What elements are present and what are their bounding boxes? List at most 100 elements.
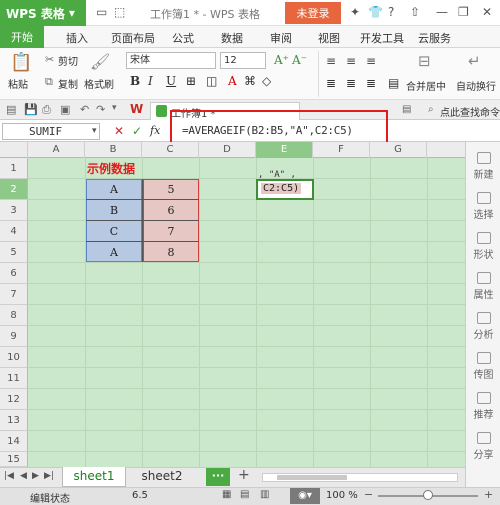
row-header-4[interactable]: 4 (0, 221, 28, 242)
page-view-icon[interactable]: ▤ (240, 489, 249, 500)
panel-recommend[interactable]: 推荐 (466, 392, 500, 421)
normal-view-icon[interactable]: ▦ (222, 489, 231, 500)
login-button[interactable]: 未登录 (285, 2, 341, 24)
select-all-corner[interactable] (0, 142, 28, 158)
row-header-1[interactable]: 1 (0, 158, 28, 179)
phonetic-icon[interactable]: ⌘ (244, 74, 256, 88)
wps-logo-icon[interactable]: W (130, 102, 143, 116)
name-box[interactable]: SUMIF (2, 123, 100, 140)
row-header-2[interactable]: 2 (0, 179, 28, 200)
align-middle-icon[interactable]: ≡ (346, 54, 356, 68)
cell-b5[interactable]: A (86, 242, 142, 262)
last-sheet-icon[interactable]: ▶| (44, 471, 54, 481)
row-header-11[interactable]: 11 (0, 368, 28, 389)
tab-sheet1[interactable]: sheet1 (62, 467, 126, 487)
menu-data[interactable]: 数据 (221, 30, 243, 46)
format-painter-button[interactable]: 格式刷 (84, 76, 114, 91)
auto-wrap-button[interactable]: 自动换行 (456, 78, 496, 93)
restore-icon[interactable]: ❐ (458, 5, 469, 19)
row-header-15[interactable]: 15 (0, 452, 28, 467)
skin-icon[interactable]: ✦ (350, 5, 360, 19)
copy-button[interactable]: 复制 (58, 76, 78, 91)
panel-upload-image[interactable]: 传图 (466, 352, 500, 381)
menu-review[interactable]: 审阅 (270, 30, 292, 46)
folder-icon[interactable]: ▤ (6, 103, 16, 116)
row-header-12[interactable]: 12 (0, 389, 28, 410)
panel-shape[interactable]: 形状 (466, 232, 500, 261)
menu-view[interactable]: 视图 (318, 30, 340, 46)
font-size-select[interactable]: 12 (220, 52, 266, 69)
horizontal-scrollbar[interactable] (262, 473, 458, 482)
font-color-icon[interactable]: A (228, 74, 237, 88)
cell-c4[interactable]: 7 (143, 221, 199, 241)
print-preview-icon[interactable]: ▣ (60, 103, 70, 116)
column-header-g[interactable]: G (370, 142, 427, 158)
tab-sheet2[interactable]: sheet2 (130, 467, 194, 487)
save-icon[interactable]: 💾 (24, 103, 38, 116)
undo-icon[interactable]: ↶ (80, 103, 89, 116)
menu-formula[interactable]: 公式 (172, 30, 194, 46)
new-doc-icon[interactable]: ▭ (96, 5, 107, 19)
column-header-b[interactable]: B (85, 142, 142, 158)
panel-share[interactable]: 分享 (466, 432, 500, 461)
search-icon[interactable]: ⌕ (428, 104, 434, 115)
paste-button[interactable]: 粘贴 (8, 76, 28, 91)
panel-analysis[interactable]: 分析 (466, 312, 500, 341)
row-header-10[interactable]: 10 (0, 347, 28, 368)
cell-c2[interactable]: 5 (143, 179, 199, 199)
align-center-icon[interactable]: ≣ (346, 76, 356, 90)
shirt-icon[interactable]: 👕 (368, 5, 383, 19)
scissors-icon[interactable]: ✂ (45, 53, 54, 66)
row-header-9[interactable]: 9 (0, 326, 28, 347)
menu-cloud[interactable]: 云服务 (418, 30, 451, 46)
row-header-7[interactable]: 7 (0, 284, 28, 305)
row-header-3[interactable]: 3 (0, 200, 28, 221)
merge-icon[interactable]: ⊟ (418, 52, 431, 70)
fx-button[interactable]: fx (150, 124, 160, 137)
page-break-icon[interactable]: ▥ (260, 489, 269, 500)
row-header-5[interactable]: 5 (0, 242, 28, 263)
menu-insert[interactable]: 插入 (66, 30, 88, 46)
next-sheet-icon[interactable]: ▶ (32, 471, 39, 481)
dropdown-icon[interactable]: ▾ (112, 103, 117, 113)
copy-icon[interactable]: ⧉ (45, 75, 53, 89)
scrollbar-thumb[interactable] (277, 475, 347, 480)
align-top-icon[interactable]: ≡ (326, 54, 336, 68)
prev-sheet-icon[interactable]: ◀ (20, 471, 27, 481)
cell-b2[interactable]: A (86, 179, 142, 199)
first-sheet-icon[interactable]: |◀ (4, 471, 14, 481)
column-header-f[interactable]: F (313, 142, 370, 158)
increase-font-icon[interactable]: A⁺ (274, 53, 289, 67)
merge-center-button[interactable]: 合并居中 (406, 78, 446, 93)
row-header-14[interactable]: 14 (0, 431, 28, 452)
bold-button[interactable]: B (130, 74, 140, 88)
row-header-6[interactable]: 6 (0, 263, 28, 284)
italic-button[interactable]: I (148, 74, 153, 88)
print-icon[interactable]: ⎙ (42, 103, 51, 117)
align-left-icon[interactable]: ≣ (326, 76, 336, 90)
column-header-c[interactable]: C (142, 142, 199, 158)
cancel-icon[interactable]: ✕ (114, 124, 124, 138)
column-header-d[interactable]: D (199, 142, 256, 158)
maximize-icon[interactable]: ⬚ (114, 5, 125, 19)
column-header-a[interactable]: A (28, 142, 85, 158)
more-sheets-button[interactable]: ··· (206, 468, 230, 486)
cut-button[interactable]: 剪切 (58, 53, 78, 68)
brush-icon[interactable]: 🖌 (90, 52, 110, 71)
upload-icon[interactable]: ⇧ (410, 5, 420, 19)
menu-start[interactable]: 开始 (0, 26, 44, 48)
cell-c3[interactable]: 6 (143, 200, 199, 220)
paste-icon[interactable]: 📋 (10, 52, 32, 73)
zoom-out-icon[interactable]: − (364, 488, 373, 501)
table-title-cell[interactable]: 示例数据 (86, 158, 142, 178)
column-header-e[interactable]: E (256, 142, 313, 158)
name-box-dropdown-icon[interactable]: ▾ (92, 126, 97, 136)
cell-b4[interactable]: C (86, 221, 142, 241)
align-right-icon[interactable]: ≣ (366, 76, 376, 90)
minimize-icon[interactable]: — (436, 5, 448, 19)
align-bottom-icon[interactable]: ≡ (366, 54, 376, 68)
eye-protection-button[interactable]: ◉▾ (290, 488, 320, 504)
fill-color-icon[interactable]: ◫ (206, 74, 217, 88)
decrease-font-icon[interactable]: A⁻ (292, 53, 307, 67)
justify-icon[interactable]: ▤ (388, 76, 399, 90)
